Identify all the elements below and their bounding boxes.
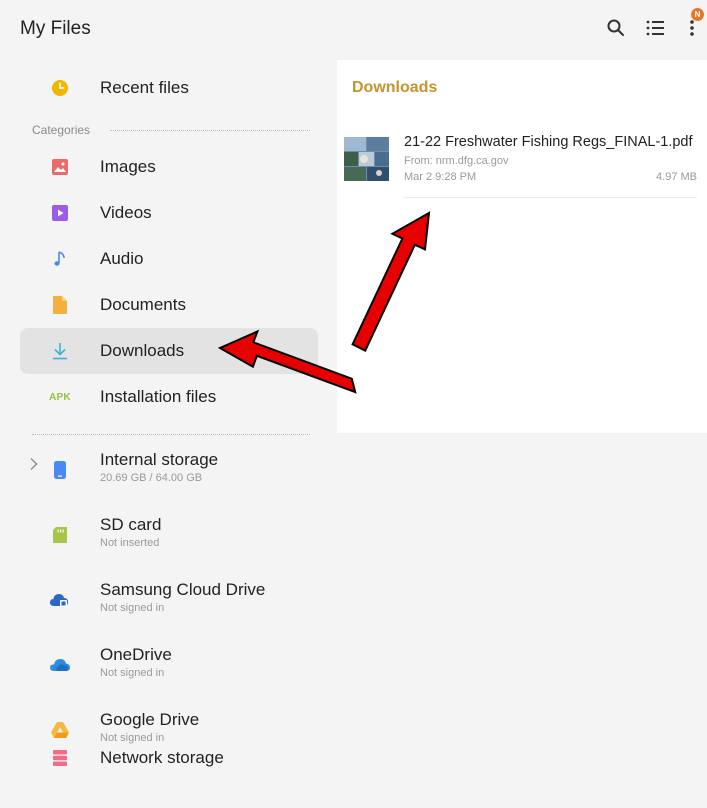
- file-source: From: nrm.dfg.ca.gov: [404, 155, 509, 167]
- samsung-cloud-icon: [50, 590, 70, 610]
- pdf-thumbnail: [344, 137, 389, 181]
- breadcrumb[interactable]: Downloads: [352, 79, 437, 97]
- file-date: Mar 2 9:28 PM: [404, 171, 477, 183]
- sidebar-item-label: Videos: [100, 203, 152, 222]
- sidebar-item-network-storage[interactable]: Network storage: [20, 735, 318, 781]
- file-name: 21-22 Freshwater Fishing Regs_FINAL-1.pd…: [404, 134, 693, 150]
- sidebar-item-samsung-cloud-drive[interactable]: Samsung Cloud Drive Not signed in: [20, 577, 318, 623]
- divider: [32, 434, 310, 435]
- apk-icon: APK: [49, 387, 71, 407]
- app-header: My Files N: [0, 0, 707, 60]
- sidebar-item-internal-storage[interactable]: Internal storage 20.69 GB / 64.00 GB: [20, 447, 318, 493]
- phone-icon: [50, 460, 70, 480]
- clock-icon: [50, 78, 70, 98]
- sidebar-item-label: Google Drive: [100, 710, 200, 729]
- sidebar-item-label: Internal storage: [100, 450, 219, 469]
- sidebar-item-label: Network storage: [100, 748, 224, 767]
- sidebar-item-recent-files[interactable]: Recent files: [20, 65, 318, 111]
- music-note-icon: [50, 249, 70, 269]
- apk-icon-text: APK: [49, 391, 71, 403]
- sidebar-item-status: Not signed in: [100, 667, 165, 679]
- notification-badge: N: [691, 8, 704, 21]
- my-files-app: My Files N Recent files Categories Image…: [0, 0, 707, 808]
- sidebar-item-installation-files[interactable]: APK Installation files: [20, 374, 318, 420]
- categories-header: Categories: [32, 123, 91, 137]
- network-storage-icon: [50, 748, 70, 768]
- sidebar-item-status: Not inserted: [100, 537, 160, 549]
- sidebar-item-onedrive[interactable]: OneDrive Not signed in: [20, 642, 318, 688]
- divider: [110, 130, 310, 131]
- search-icon[interactable]: [604, 16, 628, 40]
- row-divider: [404, 197, 697, 198]
- sidebar-item-label: OneDrive: [100, 645, 172, 664]
- sidebar-item-label: Images: [100, 157, 156, 176]
- sidebar-item-downloads[interactable]: Downloads: [20, 328, 318, 374]
- image-icon: [50, 157, 70, 177]
- sidebar-item-label: Recent files: [100, 78, 189, 97]
- sidebar-item-label: SD card: [100, 515, 162, 534]
- video-icon: [50, 203, 70, 223]
- sidebar-item-label: Downloads: [100, 341, 185, 360]
- onedrive-icon: [50, 655, 70, 675]
- app-title: My Files: [20, 18, 91, 39]
- storage-usage: 20.69 GB / 64.00 GB: [100, 472, 203, 484]
- sidebar: Recent files Categories Images Videos Au…: [0, 60, 330, 808]
- sidebar-item-label: Documents: [100, 295, 186, 314]
- sidebar-item-status: Not signed in: [100, 602, 165, 614]
- list-view-icon[interactable]: [643, 16, 667, 40]
- sidebar-item-videos[interactable]: Videos: [20, 190, 318, 236]
- more-options-icon[interactable]: N: [680, 8, 704, 40]
- sd-card-icon: [50, 525, 70, 545]
- sidebar-item-label: Audio: [100, 249, 144, 268]
- download-icon: [50, 341, 70, 361]
- sidebar-item-label: Samsung Cloud Drive: [100, 580, 266, 599]
- sidebar-item-sd-card[interactable]: SD card Not inserted: [20, 512, 318, 558]
- file-row[interactable]: 21-22 Freshwater Fishing Regs_FINAL-1.pd…: [337, 126, 707, 186]
- sidebar-item-images[interactable]: Images: [20, 144, 318, 190]
- sidebar-item-audio[interactable]: Audio: [20, 236, 318, 282]
- file-list-panel: Downloads 21-22 Freshwater Fishing Regs_…: [337, 60, 707, 433]
- document-icon: [50, 295, 70, 315]
- file-size: 4.97 MB: [656, 171, 697, 183]
- sidebar-item-documents[interactable]: Documents: [20, 282, 318, 328]
- sidebar-item-label: Installation files: [100, 387, 217, 406]
